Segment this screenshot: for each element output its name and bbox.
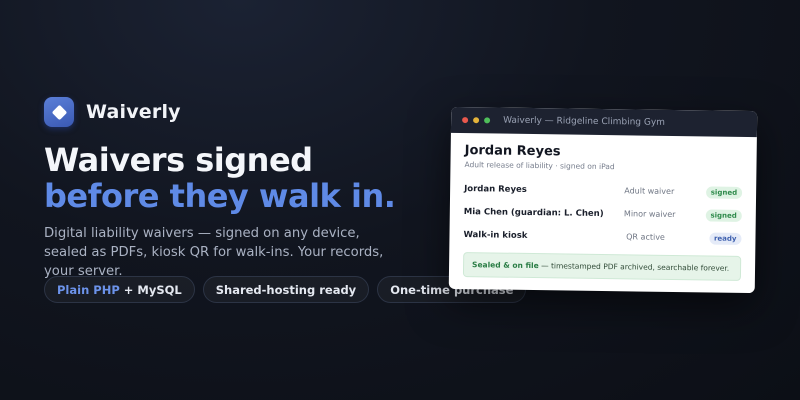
headline-line-1: Waivers signed bbox=[44, 141, 313, 179]
waiver-list: Jordan Reyes Adult waiver signed Mia Che… bbox=[463, 177, 743, 250]
person-name: Jordan Reyes bbox=[464, 143, 561, 160]
pill-php-accent: Plain PHP bbox=[57, 282, 120, 297]
notice-text: — timestamped PDF archived, searchable f… bbox=[538, 261, 730, 273]
status-badge: signed bbox=[705, 208, 742, 222]
headline: Waivers signed before they walk in. bbox=[44, 141, 396, 215]
pill-shared-hosting: Shared-hosting ready bbox=[202, 276, 370, 303]
row-name: Jordan Reyes bbox=[464, 183, 527, 195]
notice-strong: Sealed & on file bbox=[472, 260, 539, 271]
sealed-notice: Sealed & on file — timestamped PDF archi… bbox=[462, 252, 742, 281]
person-subtitle: Adult release of liability · signed on i… bbox=[464, 160, 615, 172]
row-name: Mia Chen (guardian: L. Chen) bbox=[463, 206, 604, 219]
window-title: Waiverly — Ridgeline Climbing Gym bbox=[503, 115, 666, 128]
waiverly-logo-icon bbox=[44, 97, 74, 127]
app-window-mockup: Waiverly — Ridgeline Climbing Gym Jordan… bbox=[448, 106, 758, 294]
maximize-dot-icon bbox=[484, 117, 491, 124]
brand: Waiverly bbox=[44, 97, 181, 127]
pill-php-label: + MySQL bbox=[123, 282, 182, 297]
row-type: Adult waiver bbox=[624, 186, 675, 196]
headline-line-2: before they walk in. bbox=[44, 177, 396, 215]
minimize-dot-icon bbox=[473, 117, 480, 124]
logo-diamond-icon bbox=[51, 104, 67, 120]
status-badge: ready bbox=[708, 231, 742, 245]
close-dot-icon bbox=[462, 117, 469, 124]
row-type: QR active bbox=[626, 232, 665, 242]
list-item: Walk-in kiosk QR active ready bbox=[463, 223, 742, 250]
pill-php-mysql: Plain PHP + MySQL bbox=[44, 276, 195, 303]
row-type: Minor waiver bbox=[623, 209, 676, 220]
brand-name: Waiverly bbox=[86, 101, 181, 123]
status-badge: signed bbox=[705, 185, 743, 199]
window-content: Jordan Reyes Adult release of liability … bbox=[449, 133, 757, 281]
subtitle: Digital liability waivers — signed on an… bbox=[44, 226, 384, 279]
row-name: Walk-in kiosk bbox=[463, 229, 528, 241]
